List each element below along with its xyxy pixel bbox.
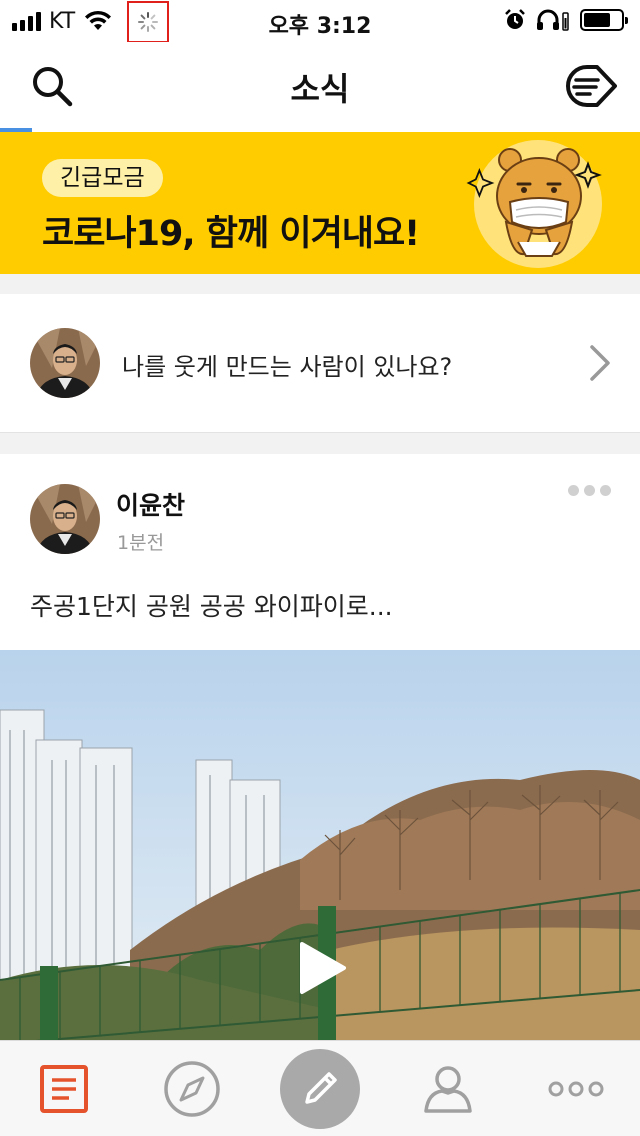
feed-post: 이윤찬 1분전 주공1단지 공원 공공 와이파이로...	[0, 454, 640, 1044]
write-button[interactable]	[280, 1049, 360, 1129]
tab-write[interactable]	[270, 1041, 370, 1136]
ryan-mask-character-icon	[466, 140, 602, 268]
post-author-name[interactable]: 이윤찬	[116, 486, 185, 522]
pencil-icon	[305, 1072, 337, 1104]
message-filter-icon	[566, 65, 617, 107]
tab-more[interactable]	[526, 1041, 626, 1136]
question-text: 나를 웃게 만드는 사람이 있나요?	[122, 353, 453, 381]
status-right	[504, 9, 628, 31]
person-icon	[424, 1066, 472, 1113]
fundraising-banner[interactable]: 긴급모금 코로나19, 함께 이겨내요!	[0, 132, 640, 274]
compass-icon	[164, 1061, 220, 1117]
banner-title: 코로나19, 함께 이겨내요!	[42, 214, 420, 254]
page-title: 소식	[290, 70, 350, 108]
question-prompt-card[interactable]: 나를 웃게 만드는 사람이 있나요?	[0, 294, 640, 433]
top-nav-bar: 소식	[0, 42, 640, 128]
avatar	[30, 328, 100, 398]
alarm-icon	[505, 9, 525, 29]
chevron-right-icon	[590, 345, 610, 381]
tab-explore[interactable]	[142, 1041, 242, 1136]
more-dot-icon	[600, 484, 611, 496]
banner-tag: 긴급모금	[42, 159, 163, 197]
more-dot-icon	[584, 484, 595, 496]
more-dots-icon	[548, 1081, 604, 1097]
more-dot-icon	[568, 484, 579, 496]
tab-profile[interactable]	[398, 1041, 498, 1136]
post-text[interactable]: 주공1단지 공원 공공 와이파이로...	[30, 587, 393, 623]
post-timestamp: 1분전	[117, 532, 165, 554]
post-more-button[interactable]	[568, 482, 612, 498]
tab-news[interactable]	[14, 1041, 114, 1136]
author-avatar[interactable]	[30, 484, 100, 554]
headphones-icon	[537, 9, 569, 31]
message-filter-button[interactable]	[560, 58, 620, 114]
status-bar: KT 오후 3:12	[0, 0, 640, 43]
post-video[interactable]	[0, 650, 640, 1044]
battery-icon	[580, 9, 628, 31]
bottom-tab-bar	[0, 1040, 640, 1136]
play-icon[interactable]	[296, 940, 348, 996]
news-feed-icon	[40, 1065, 88, 1113]
